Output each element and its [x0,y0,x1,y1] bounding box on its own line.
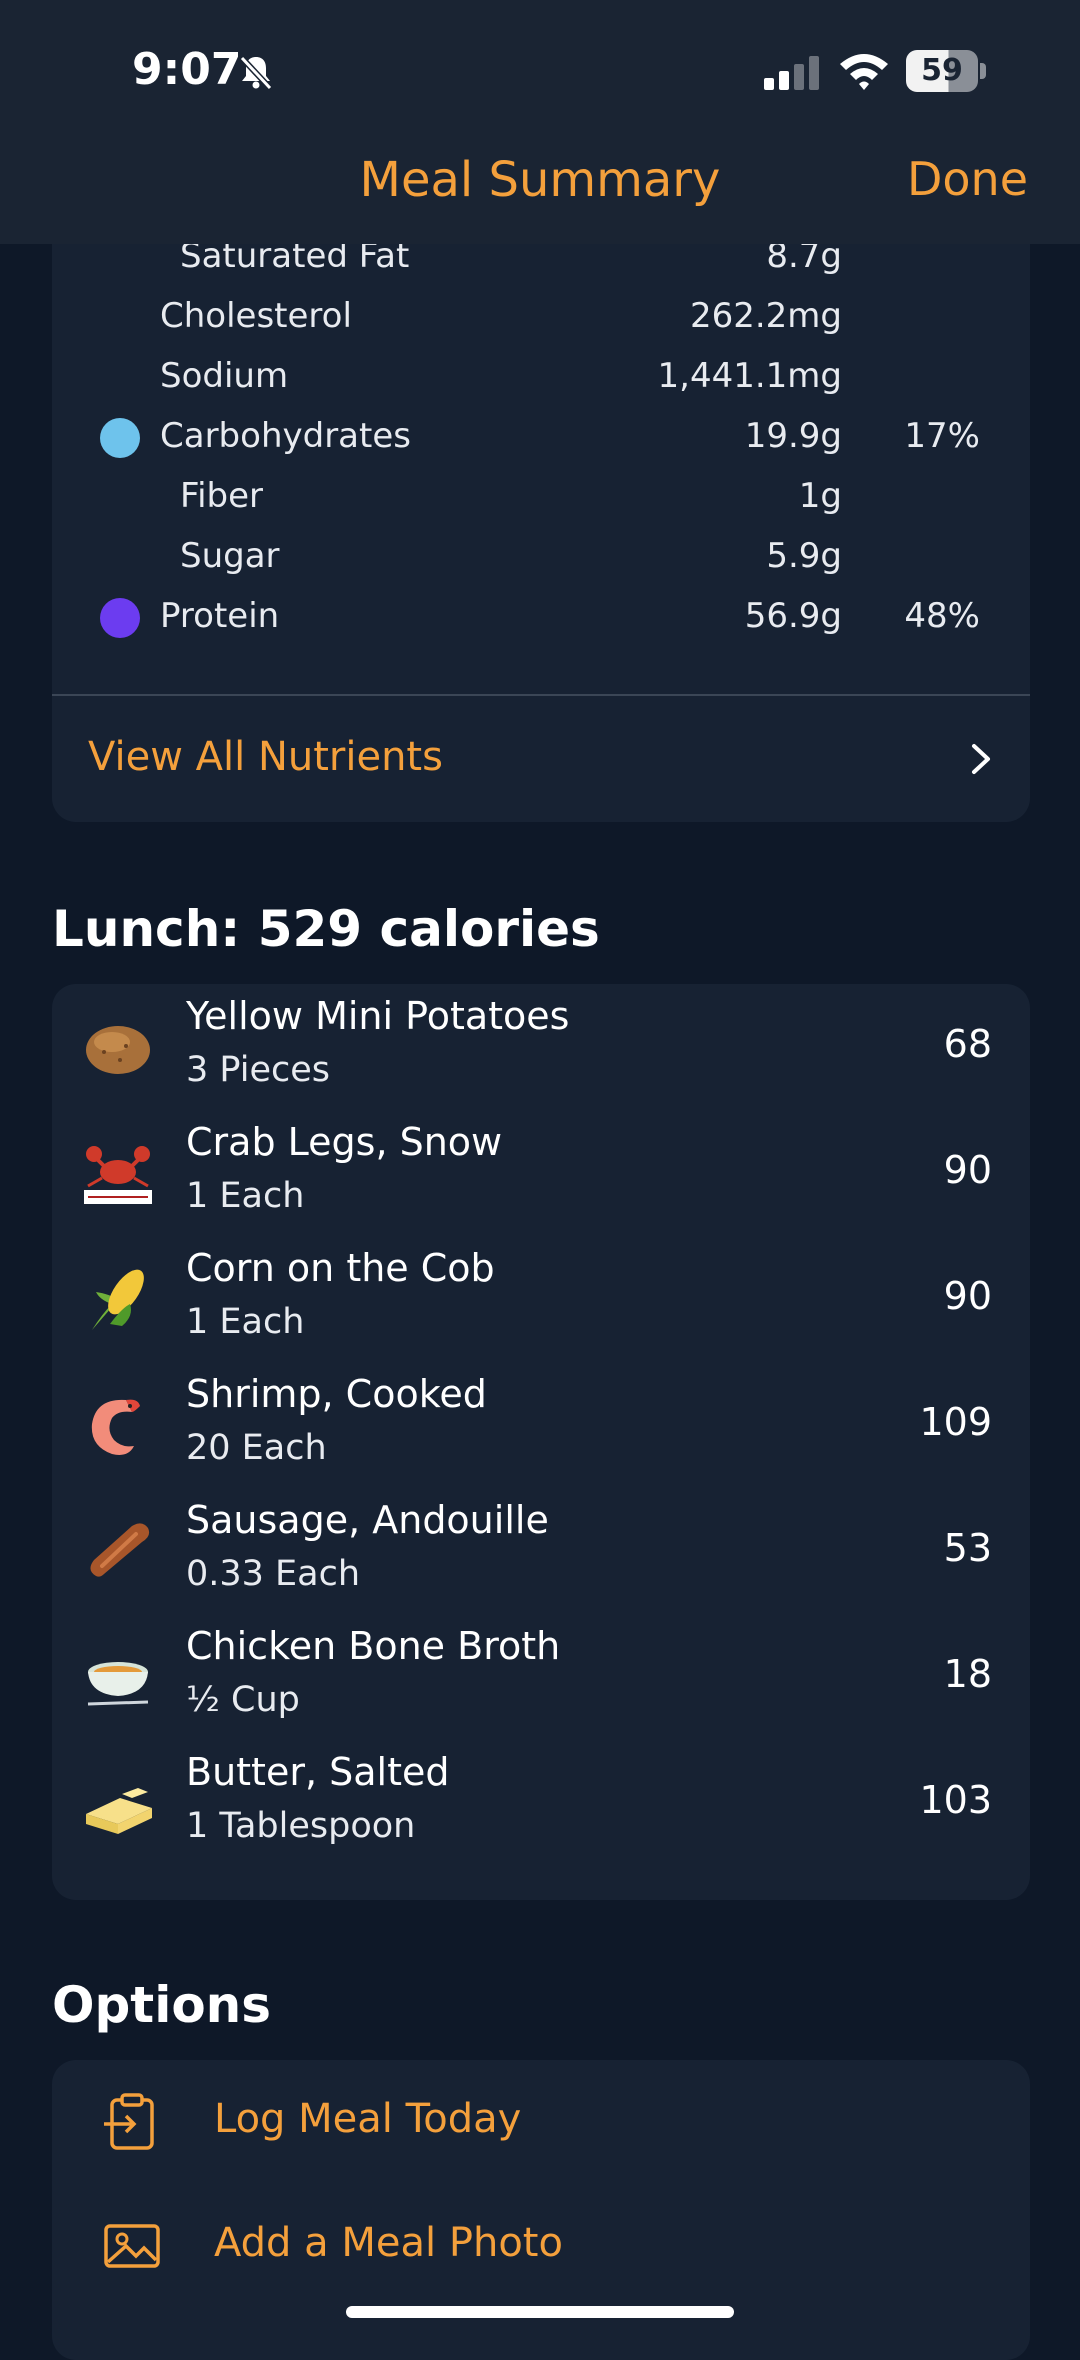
nutrient-label: Cholesterol [160,296,352,336]
nutrient-color-dot [100,598,140,638]
food-calories: 103 [919,1778,992,1822]
food-item-row[interactable]: Yellow Mini Potatoes 3 Pieces 68 [52,984,1030,1110]
view-all-nutrients-label: View All Nutrients [88,734,443,780]
food-calories: 68 [943,1022,992,1066]
food-name: Sausage, Andouille [186,1498,549,1542]
food-item-row[interactable]: Corn on the Cob 1 Each 90 [52,1236,1030,1362]
food-quantity: 3 Pieces [186,1050,330,1090]
nutrient-label: Sodium [160,356,289,396]
add-meal-photo-row[interactable]: Add a Meal Photo [52,2184,1030,2308]
food-quantity: 20 Each [186,1428,327,1468]
nutrient-color-dot [100,418,140,458]
corn-icon [92,1269,144,1330]
lunch-title: Lunch: 529 calories [52,900,600,958]
battery-cap [980,63,986,79]
nutrient-value: 19.9g [744,416,842,456]
food-name: Butter, Salted [186,1750,450,1794]
crab-icon [84,1146,152,1204]
bell-slash-icon [239,55,273,91]
wifi-icon [840,54,888,90]
soup-bowl-icon [87,1662,149,1706]
chevron-right-icon [972,744,990,774]
food-item-row[interactable]: Butter, Salted 1 Tablespoon 103 [52,1740,1030,1866]
top-bar: 9:07 59 Meal Summary Done [0,0,1080,244]
view-all-nutrients-row[interactable]: View All Nutrients [52,696,1030,822]
nutrient-label: Fiber [180,476,264,516]
nutrient-row: Sugar 5.9g [52,528,1030,588]
nutrient-value: 5.9g [766,536,842,576]
nutrient-value: 262.2mg [689,296,842,336]
sausage-icon [90,1523,150,1577]
food-item-row[interactable]: Crab Legs, Snow 1 Each 90 [52,1110,1030,1236]
butter-icon [86,1788,152,1834]
food-item-row[interactable]: Sausage, Andouille 0.33 Each 53 [52,1488,1030,1614]
log-meal-today-label: Log Meal Today [214,2096,522,2142]
food-name: Crab Legs, Snow [186,1120,503,1164]
home-indicator[interactable] [346,2306,734,2318]
food-name: Shrimp, Cooked [186,1372,487,1416]
food-name: Chicken Bone Broth [186,1624,561,1668]
log-meal-today-row[interactable]: Log Meal Today [52,2060,1030,2184]
food-name: Corn on the Cob [186,1246,495,1290]
food-quantity: ½ Cup [186,1680,300,1720]
nutrient-row: Cholesterol 262.2mg [52,288,1030,348]
nutrient-value: 56.9g [744,596,842,636]
nutrient-value: 1,441.1mg [657,356,842,396]
clipboard-log-icon [104,2093,154,2150]
nutrient-row: Sodium 1,441.1mg [52,348,1030,408]
nutrient-label: Sugar [180,536,280,576]
add-meal-photo-label: Add a Meal Photo [214,2220,563,2266]
food-calories: 18 [943,1652,992,1696]
nutrient-row: Carbohydrates 19.9g 17% [52,408,1030,468]
food-name: Yellow Mini Potatoes [186,994,570,1038]
food-calories: 109 [919,1400,992,1444]
food-quantity: 1 Tablespoon [186,1806,416,1846]
photo-icon [104,2224,160,2268]
status-time: 9:07 [132,44,242,95]
nutrients-card: Saturated Fat 8.7g Cholesterol 262.2mg Sodiu… [52,200,1030,822]
nutrient-label: Protein [160,596,280,636]
nutrient-row: Fiber 1g [52,468,1030,528]
signal-icon [764,56,819,90]
nutrient-percent: 17% [904,416,980,456]
nutrient-row: Protein 56.9g 48% [52,588,1030,648]
options-title: Options [52,1976,272,2034]
food-quantity: 1 Each [186,1302,305,1342]
nutrient-percent: 48% [904,596,980,636]
food-quantity: 0.33 Each [186,1554,361,1594]
nutrient-label: Carbohydrates [160,416,411,456]
food-quantity: 1 Each [186,1176,305,1216]
lunch-food-list: Yellow Mini Potatoes 3 Pieces 68 Crab Legs,… [52,984,1030,1900]
food-item-row[interactable]: Shrimp, Cooked 20 Each 109 [52,1362,1030,1488]
nutrient-value: 1g [798,476,842,516]
done-button[interactable]: Done [907,152,1028,206]
food-calories: 53 [943,1526,992,1570]
battery-indicator: 59 [906,50,978,92]
food-item-row[interactable]: Chicken Bone Broth ½ Cup 18 [52,1614,1030,1740]
food-calories: 90 [943,1274,992,1318]
shrimp-icon [91,1399,140,1455]
potato-icon [86,1026,150,1074]
food-calories: 90 [943,1148,992,1192]
